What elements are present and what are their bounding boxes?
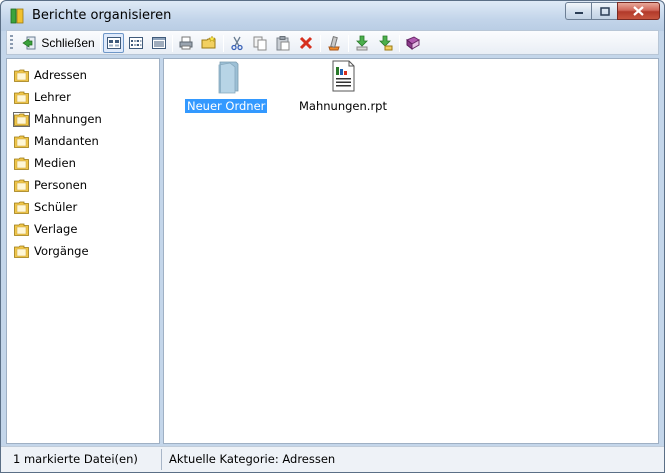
main-window: Berichte organisieren Schließen Adressen…: [0, 0, 665, 473]
folder-icon: [13, 178, 30, 193]
delete-icon: [299, 36, 312, 50]
rename-icon: [327, 36, 340, 51]
copy-icon: [253, 36, 266, 51]
folder-icon: [13, 200, 30, 215]
category-item-schueler[interactable]: Schüler: [13, 197, 77, 217]
import-icon: [355, 35, 368, 51]
toolbar: Schließen: [6, 30, 659, 55]
category-item-mahnungen[interactable]: Mahnungen: [13, 109, 102, 129]
toolbar-separator: [172, 35, 173, 52]
view-large-icons-button[interactable]: [103, 33, 124, 53]
category-tree: Adressen Lehrer Mahnungen Mandanten Medi…: [6, 58, 160, 444]
details-view-icon: [151, 37, 166, 49]
export-button[interactable]: [374, 33, 395, 53]
category-label: Verlage: [34, 222, 78, 236]
category-label: Schüler: [34, 200, 78, 214]
title-bar[interactable]: Berichte organisieren: [1, 1, 664, 31]
folder-icon: [13, 111, 30, 127]
export-icon: [378, 35, 392, 51]
category-label: Personen: [34, 178, 88, 192]
category-label: Vorgänge: [34, 244, 89, 258]
category-label: Adressen: [34, 68, 87, 82]
category-item-vorgaenge[interactable]: Vorgänge: [13, 241, 89, 261]
folder-icon: [13, 134, 30, 149]
status-bar: 1 markierte Datei(en) Aktuelle Kategorie…: [1, 446, 664, 472]
maximize-button[interactable]: [591, 2, 617, 20]
toolbar-separator: [223, 35, 224, 52]
category-item-verlage[interactable]: Verlage: [13, 219, 77, 239]
app-icon: [10, 8, 24, 24]
file-label: Neuer Ordner: [185, 99, 268, 113]
close-report-label: Schließen: [41, 36, 95, 50]
list-view-icon: [128, 37, 143, 49]
minimize-button[interactable]: [565, 2, 591, 20]
large-icons-view-icon: [106, 37, 121, 49]
cut-button[interactable]: [226, 33, 247, 53]
window-controls: [565, 2, 660, 21]
category-label: Lehrer: [34, 90, 71, 104]
view-list-button[interactable]: [125, 33, 146, 53]
file-view[interactable]: Neuer Ordner Mahnungen.rpt: [163, 58, 659, 444]
new-folder-button[interactable]: [198, 33, 219, 53]
printer-icon: [179, 36, 192, 50]
status-current-category: Aktuelle Kategorie: Adressen: [169, 452, 336, 466]
file-item-mahnungen-rpt[interactable]: Mahnungen.rpt: [297, 59, 389, 113]
category-label: Mandanten: [34, 134, 99, 148]
toolbar-separator: [399, 35, 400, 52]
category-item-mandanten[interactable]: Mandanten: [13, 131, 99, 151]
status-selected-count: 1 markierte Datei(en): [13, 452, 138, 466]
rename-button[interactable]: [323, 33, 344, 53]
toolbar-grip[interactable]: [10, 35, 13, 51]
report-file-icon: [332, 60, 355, 92]
folder-icon: [13, 90, 30, 105]
category-label: Mahnungen: [34, 112, 102, 126]
paste-icon: [276, 36, 289, 51]
category-item-adressen[interactable]: Adressen: [13, 65, 87, 85]
file-item-new-folder[interactable]: Neuer Ordner: [185, 59, 268, 113]
folder-icon: [13, 244, 30, 259]
new-folder-icon: [201, 35, 216, 49]
help-button[interactable]: [402, 33, 423, 53]
toolbar-separator: [320, 35, 321, 52]
import-button[interactable]: [351, 33, 372, 53]
file-label: Mahnungen.rpt: [299, 99, 387, 113]
toolbar-separator: [348, 35, 349, 52]
paste-button[interactable]: [272, 33, 293, 53]
close-icon: [633, 6, 644, 16]
category-item-personen[interactable]: Personen: [13, 175, 87, 195]
status-divider: [161, 449, 162, 470]
maximize-icon: [599, 6, 610, 16]
copy-button[interactable]: [249, 33, 270, 53]
close-report-icon: [22, 36, 36, 50]
toolbar-separator: [100, 35, 101, 52]
category-item-medien[interactable]: Medien: [13, 153, 76, 173]
minimize-icon: [574, 12, 583, 14]
category-label: Medien: [34, 156, 76, 170]
category-item-lehrer[interactable]: Lehrer: [13, 87, 71, 107]
delete-button[interactable]: [295, 33, 316, 53]
view-details-button[interactable]: [148, 33, 169, 53]
print-button[interactable]: [175, 33, 196, 53]
folder-icon: [13, 68, 30, 83]
close-report-button[interactable]: Schließen: [19, 33, 97, 53]
cut-icon: [230, 36, 243, 51]
close-window-button[interactable]: [617, 2, 660, 20]
folder-icon: [13, 156, 30, 171]
folder-icon: [13, 222, 30, 237]
folder-icon: [218, 61, 239, 94]
help-book-icon: [405, 36, 420, 51]
window-title: Berichte organisieren: [32, 8, 172, 23]
